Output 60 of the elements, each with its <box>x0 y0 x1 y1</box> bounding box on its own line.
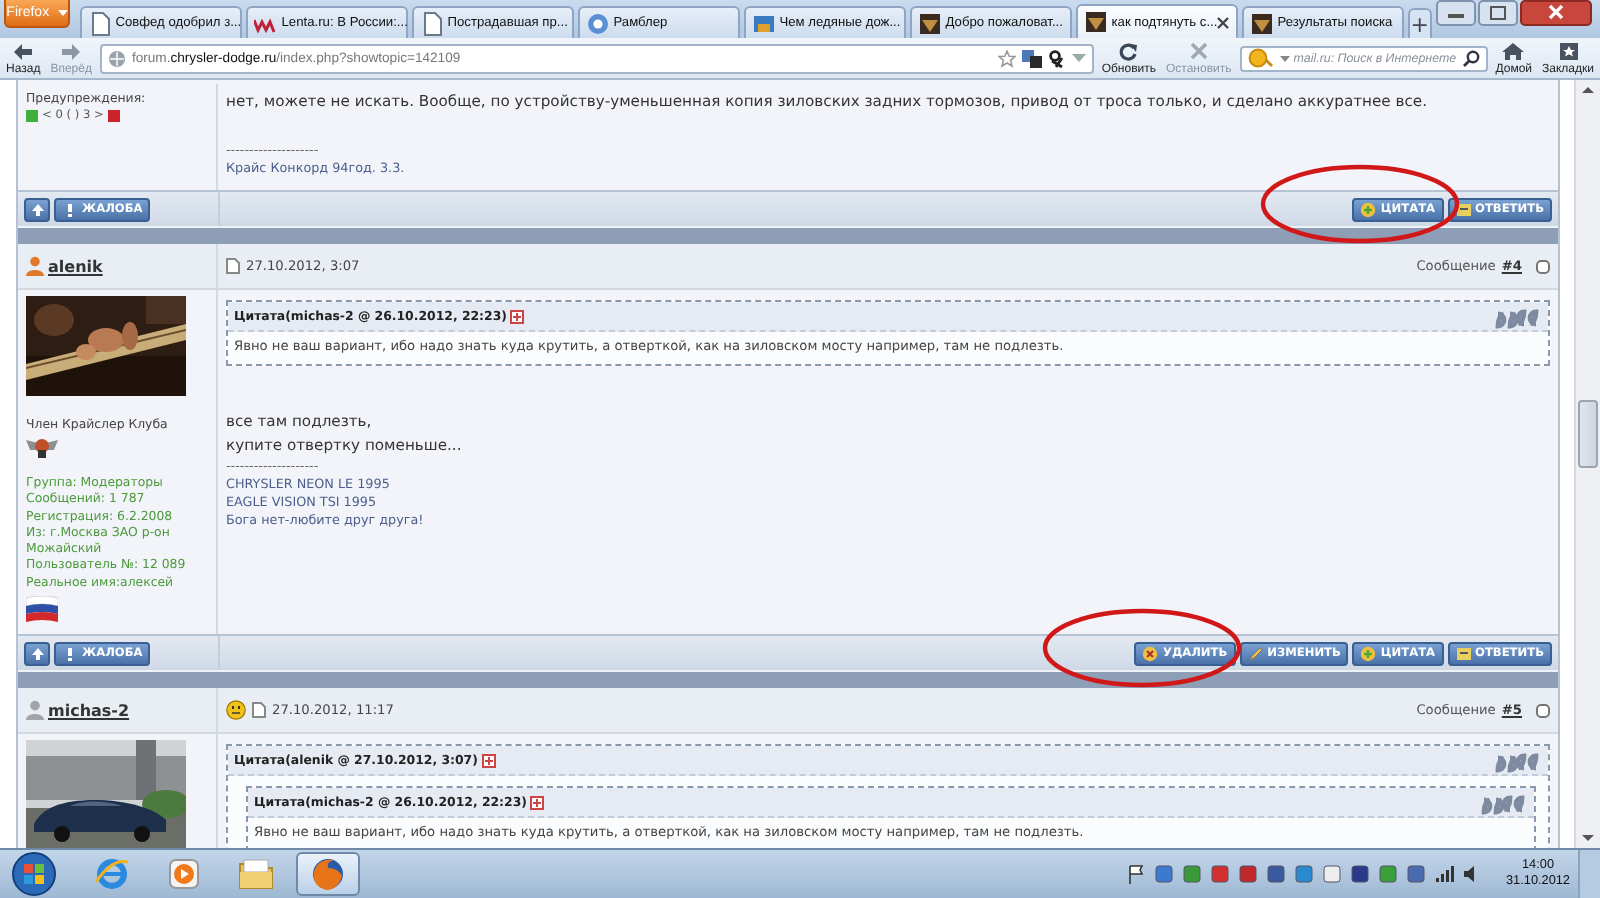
forward-arrow-icon <box>60 41 83 61</box>
dropdown-icon <box>1279 55 1290 61</box>
addon-icon[interactable] <box>1047 49 1066 67</box>
author-link[interactable]: michas-2 <box>48 701 130 720</box>
scroll-top-button[interactable] <box>24 197 50 221</box>
select-checkbox[interactable] <box>1536 259 1550 273</box>
reply-icon <box>1455 645 1472 662</box>
start-orb-icon[interactable] <box>12 852 56 896</box>
browser-e-icon <box>94 856 130 892</box>
close-icon[interactable] <box>1520 0 1592 26</box>
emblem-icon <box>1249 11 1274 35</box>
signal-icon[interactable] <box>1434 864 1454 884</box>
globe-icon <box>585 11 610 35</box>
page-icon <box>252 702 266 719</box>
expand-icon[interactable] <box>530 795 545 810</box>
up-arrow-icon <box>29 201 45 217</box>
up-arrow-icon <box>29 645 45 662</box>
close-icon[interactable] <box>1215 15 1230 29</box>
select-checkbox[interactable] <box>1536 703 1550 718</box>
plus-icon <box>1360 201 1377 217</box>
landscape-icon <box>751 11 776 35</box>
exclamation-icon <box>62 645 78 662</box>
stop-icon <box>1187 41 1210 61</box>
exclamation-icon <box>62 201 78 217</box>
delete-icon <box>1142 645 1159 662</box>
caret-icon <box>57 10 68 16</box>
search-engine-icon <box>1247 48 1276 68</box>
play-icon <box>166 856 202 892</box>
minus-square-icon[interactable] <box>107 110 120 122</box>
quote-marks-icon <box>1492 306 1542 330</box>
fox-globe-icon <box>310 856 346 892</box>
quote-marks-icon <box>1478 792 1528 817</box>
translate-icon[interactable] <box>1021 49 1042 67</box>
plus-icon <box>1360 645 1377 662</box>
folder-icon <box>238 856 274 892</box>
emblem-icon <box>917 11 942 35</box>
flag-icon <box>26 596 58 623</box>
scroll-top-button[interactable] <box>24 641 50 666</box>
star-icon[interactable] <box>997 49 1016 67</box>
search-icon[interactable] <box>1461 49 1480 67</box>
bookmark-star-icon <box>1557 41 1580 61</box>
dropdown-icon[interactable] <box>1071 54 1086 62</box>
expand-icon[interactable] <box>510 309 525 323</box>
flag-icon[interactable] <box>1126 864 1146 884</box>
new-tab-button[interactable]: + <box>1407 8 1432 38</box>
home-icon <box>1502 41 1525 61</box>
back-arrow-icon <box>12 41 35 61</box>
globe-icon <box>107 49 126 67</box>
scrollbar-thumb[interactable] <box>1578 400 1598 468</box>
expand-icon[interactable] <box>481 753 496 768</box>
quote-marks-icon <box>1492 750 1542 775</box>
author-link[interactable]: alenik <box>48 257 103 275</box>
maximize-icon[interactable] <box>1478 0 1518 26</box>
emblem-icon <box>1083 10 1108 34</box>
taskbar-app-button[interactable] <box>296 852 360 896</box>
pencil-icon <box>1247 645 1264 662</box>
reload-icon <box>1117 41 1140 61</box>
minimize-icon[interactable] <box>1436 0 1476 26</box>
winged-emblem-icon <box>26 434 58 458</box>
page-icon <box>226 258 240 274</box>
